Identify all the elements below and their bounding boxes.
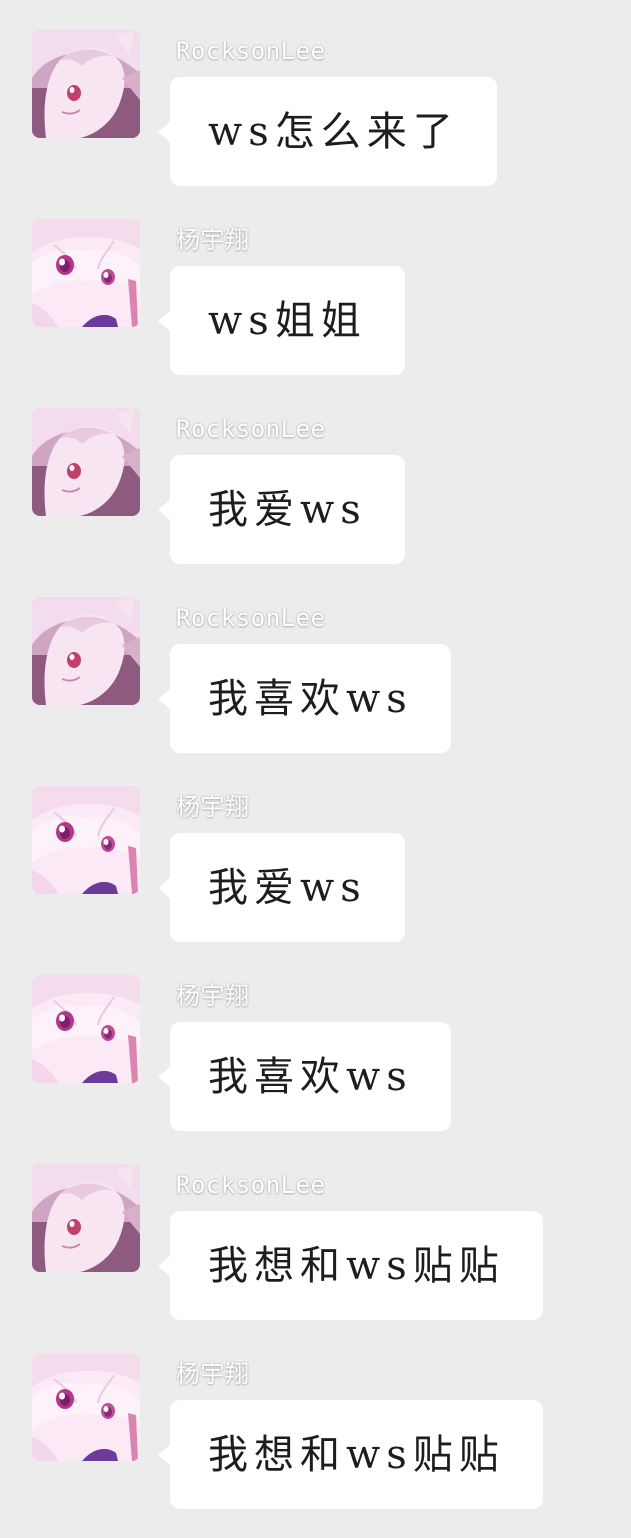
- chat-message: 杨宇翔 ws姐姐: [0, 219, 631, 389]
- message-bubble[interactable]: ws怎么来了: [158, 77, 497, 186]
- rocksonlee-avatar-icon[interactable]: [32, 30, 140, 138]
- sender-name: 杨宇翔: [176, 226, 250, 254]
- chat-message: RocksonLee 我想和ws贴贴: [0, 1164, 631, 1334]
- chat-message: 杨宇翔 我爱ws: [0, 786, 631, 956]
- message-text: 我想和ws贴贴: [208, 1242, 505, 1289]
- chat-message: RocksonLee ws怎么来了: [0, 30, 631, 200]
- sender-name: RocksonLee: [176, 1171, 326, 1199]
- chat-message: RocksonLee 我喜欢ws: [0, 597, 631, 767]
- message-bubble[interactable]: 我爱ws: [158, 833, 405, 942]
- sender-name: RocksonLee: [176, 37, 326, 65]
- yangyuxiang-avatar-icon[interactable]: [32, 219, 140, 327]
- sender-name: RocksonLee: [176, 415, 326, 443]
- message-text: 我喜欢ws: [208, 675, 413, 722]
- rocksonlee-avatar-icon[interactable]: [32, 1164, 140, 1272]
- message-bubble[interactable]: 我喜欢ws: [158, 644, 451, 753]
- message-text: 我爱ws: [208, 864, 367, 911]
- message-text: 我爱ws: [208, 486, 367, 533]
- sender-name: 杨宇翔: [176, 793, 250, 821]
- yangyuxiang-avatar-icon[interactable]: [32, 786, 140, 894]
- message-bubble[interactable]: 我爱ws: [158, 455, 405, 564]
- sender-name: 杨宇翔: [176, 1360, 250, 1388]
- yangyuxiang-avatar-icon[interactable]: [32, 975, 140, 1083]
- chat-message: 杨宇翔 我想和ws贴贴: [0, 1353, 631, 1523]
- rocksonlee-avatar-icon[interactable]: [32, 408, 140, 516]
- chat-message-list[interactable]: RocksonLee ws怎么来了 杨宇翔 ws姐姐 RocksonLee 我爱…: [0, 0, 631, 1538]
- sender-name: RocksonLee: [176, 604, 326, 632]
- message-text: ws姐姐: [208, 297, 367, 344]
- message-text: ws怎么来了: [208, 108, 459, 155]
- chat-message: 杨宇翔 我喜欢ws: [0, 975, 631, 1145]
- chat-message: RocksonLee 我爱ws: [0, 408, 631, 578]
- message-bubble[interactable]: ws姐姐: [158, 266, 405, 375]
- message-text: 我喜欢ws: [208, 1053, 413, 1100]
- message-bubble[interactable]: 我想和ws贴贴: [158, 1211, 543, 1320]
- sender-name: 杨宇翔: [176, 982, 250, 1010]
- message-text: 我想和ws贴贴: [208, 1431, 505, 1478]
- message-bubble[interactable]: 我喜欢ws: [158, 1022, 451, 1131]
- rocksonlee-avatar-icon[interactable]: [32, 597, 140, 705]
- yangyuxiang-avatar-icon[interactable]: [32, 1353, 140, 1461]
- message-bubble[interactable]: 我想和ws贴贴: [158, 1400, 543, 1509]
